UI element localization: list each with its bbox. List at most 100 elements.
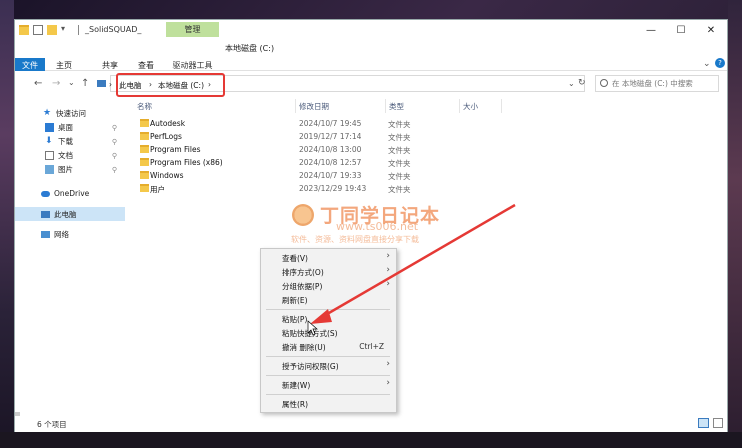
close-button[interactable]: ✕ <box>696 20 726 40</box>
window-title: _SolidSQUAD_ <box>85 25 142 34</box>
menu-item-paste-shortcut[interactable]: 粘贴快捷方式(S) <box>282 326 394 340</box>
star-icon: ★ <box>43 108 52 118</box>
column-header-date[interactable]: 修改日期 <box>299 101 329 112</box>
folder-icon <box>140 158 149 166</box>
properties-icon[interactable] <box>33 25 43 35</box>
menu-item-give-access[interactable]: 授予访问权限(G) › <box>282 359 394 373</box>
sidebar-item-label: 网络 <box>54 230 69 239</box>
file-name: Program Files <box>150 145 201 154</box>
maximize-button[interactable]: ☐ <box>666 20 696 40</box>
menu-item-label: 刷新(E) <box>282 296 308 305</box>
wallpaper-bottom <box>0 432 742 448</box>
pin-icon: ⚲ <box>111 165 117 174</box>
desktop-icon <box>45 123 54 132</box>
menu-item-sort-by[interactable]: 排序方式(O) › <box>282 265 394 279</box>
menu-item-undo-delete[interactable]: 撤消 删除(U) Ctrl+Z <box>282 340 394 354</box>
menu-item-label: 排序方式(O) <box>282 268 324 277</box>
folder-icon <box>140 132 149 140</box>
sidebar-item-label: 快速访问 <box>56 109 86 118</box>
column-divider[interactable] <box>459 99 460 113</box>
sidebar-item-label: OneDrive <box>54 189 90 198</box>
help-icon[interactable]: ? <box>715 58 725 68</box>
watermark-subtitle: 软件、资源、资料网盘直接分享下载 <box>291 235 419 244</box>
column-divider[interactable] <box>501 99 502 113</box>
menu-item-label: 粘贴(P) <box>282 315 308 324</box>
status-bar: 6 个项目 <box>15 416 727 432</box>
menu-item-shortcut: Ctrl+Z <box>359 342 384 351</box>
folder-icon <box>19 25 29 35</box>
menu-item-label: 查看(V) <box>282 254 308 263</box>
title-bar: ▾ _SolidSQUAD_ — ☐ ✕ <box>15 20 727 40</box>
column-header-type[interactable]: 类型 <box>389 101 404 112</box>
forward-arrow-icon[interactable]: → <box>52 78 60 89</box>
menu-separator <box>266 309 390 310</box>
new-folder-icon[interactable] <box>47 25 57 35</box>
menu-separator <box>266 394 390 395</box>
file-date: 2024/10/8 12:57 <box>299 158 362 167</box>
sidebar-item-desktop[interactable]: 桌面 ⚲ <box>45 121 127 134</box>
file-date: 2023/12/29 19:43 <box>299 184 367 193</box>
cloud-icon <box>41 190 50 197</box>
file-name: Program Files (x86) <box>150 158 223 167</box>
folder-icon <box>140 119 149 127</box>
up-arrow-icon[interactable]: ↑ <box>81 78 89 89</box>
quick-access-dropdown-icon[interactable]: ▾ <box>61 24 65 33</box>
file-date: 2024/10/7 19:33 <box>299 171 362 180</box>
sidebar-item-label: 此电脑 <box>54 210 77 219</box>
table-row[interactable]: Windows 2024/10/7 19:33 文件夹 <box>137 169 477 182</box>
table-row[interactable]: Program Files (x86) 2024/10/8 12:57 文件夹 <box>137 156 477 169</box>
menu-item-refresh[interactable]: 刷新(E) <box>282 293 394 307</box>
search-input[interactable]: 在 本地磁盘 (C:) 中搜索 <box>595 75 719 92</box>
large-icons-view-icon[interactable] <box>713 418 723 428</box>
menu-item-new[interactable]: 新建(W) › <box>282 378 394 392</box>
sidebar-item-pictures[interactable]: 图片 ⚲ <box>45 163 127 176</box>
submenu-arrow-icon: › <box>386 378 390 388</box>
watermark-url: www.ts006.net <box>336 220 419 233</box>
search-icon <box>600 79 608 87</box>
pin-icon: ⚲ <box>111 123 117 132</box>
wallpaper-left <box>0 0 14 448</box>
file-type: 文件夹 <box>388 133 411 142</box>
column-divider[interactable] <box>385 99 386 113</box>
recent-locations-icon[interactable]: ⌄ <box>68 78 75 87</box>
sidebar-item-label: 桌面 <box>58 123 73 132</box>
submenu-arrow-icon: › <box>386 359 390 369</box>
table-row[interactable]: Program Files 2024/10/8 13:00 文件夹 <box>137 143 477 156</box>
details-view-icon[interactable] <box>698 418 709 428</box>
manage-context-header: 管理 <box>166 22 219 37</box>
file-type: 文件夹 <box>388 120 411 129</box>
column-header-size[interactable]: 大小 <box>463 101 478 112</box>
menu-item-label: 粘贴快捷方式(S) <box>282 329 338 338</box>
address-dropdown-icon[interactable]: ⌄ <box>568 79 575 88</box>
menu-item-group-by[interactable]: 分组依据(P) › <box>282 279 394 293</box>
computer-icon <box>97 80 106 87</box>
back-arrow-icon[interactable]: ← <box>34 78 42 89</box>
sidebar-item-documents[interactable]: 文档 ⚲ <box>45 149 127 162</box>
minimize-button[interactable]: — <box>636 20 666 40</box>
computer-icon <box>41 211 50 218</box>
address-highlight-box <box>116 73 225 97</box>
column-divider[interactable] <box>295 99 296 113</box>
table-row[interactable]: PerfLogs 2019/12/7 17:14 文件夹 <box>137 130 477 143</box>
menu-item-view[interactable]: 查看(V) › <box>282 251 394 265</box>
table-row[interactable]: Autodesk 2024/10/7 19:45 文件夹 <box>137 117 477 130</box>
menu-item-paste[interactable]: 粘贴(P) <box>282 312 394 326</box>
menu-separator <box>266 375 390 376</box>
folder-icon <box>140 184 149 192</box>
ribbon-collapse-icon[interactable]: ⌄ <box>703 59 711 69</box>
table-row[interactable]: 用户 2023/12/29 19:43 文件夹 <box>137 182 477 195</box>
menu-item-properties[interactable]: 属性(R) <box>282 397 394 411</box>
network-icon <box>41 231 50 238</box>
title-divider <box>78 25 79 35</box>
ribbon: 文件 主页 共享 查看 驱动器工具 ⌄ ? <box>15 40 727 73</box>
wallpaper-right <box>728 0 742 448</box>
menu-item-label: 撤消 删除(U) <box>282 343 326 352</box>
sidebar-item-downloads[interactable]: ⬇ 下载 ⚲ <box>45 135 127 148</box>
refresh-icon[interactable]: ↻ <box>578 78 586 88</box>
file-name: Autodesk <box>150 119 186 128</box>
item-count: 6 个项目 <box>37 420 67 429</box>
ribbon-location-title: 本地磁盘 (C:) <box>225 44 275 53</box>
file-type: 文件夹 <box>388 185 411 194</box>
file-name: PerfLogs <box>150 132 182 141</box>
column-header-name[interactable]: 名称 <box>137 101 152 112</box>
